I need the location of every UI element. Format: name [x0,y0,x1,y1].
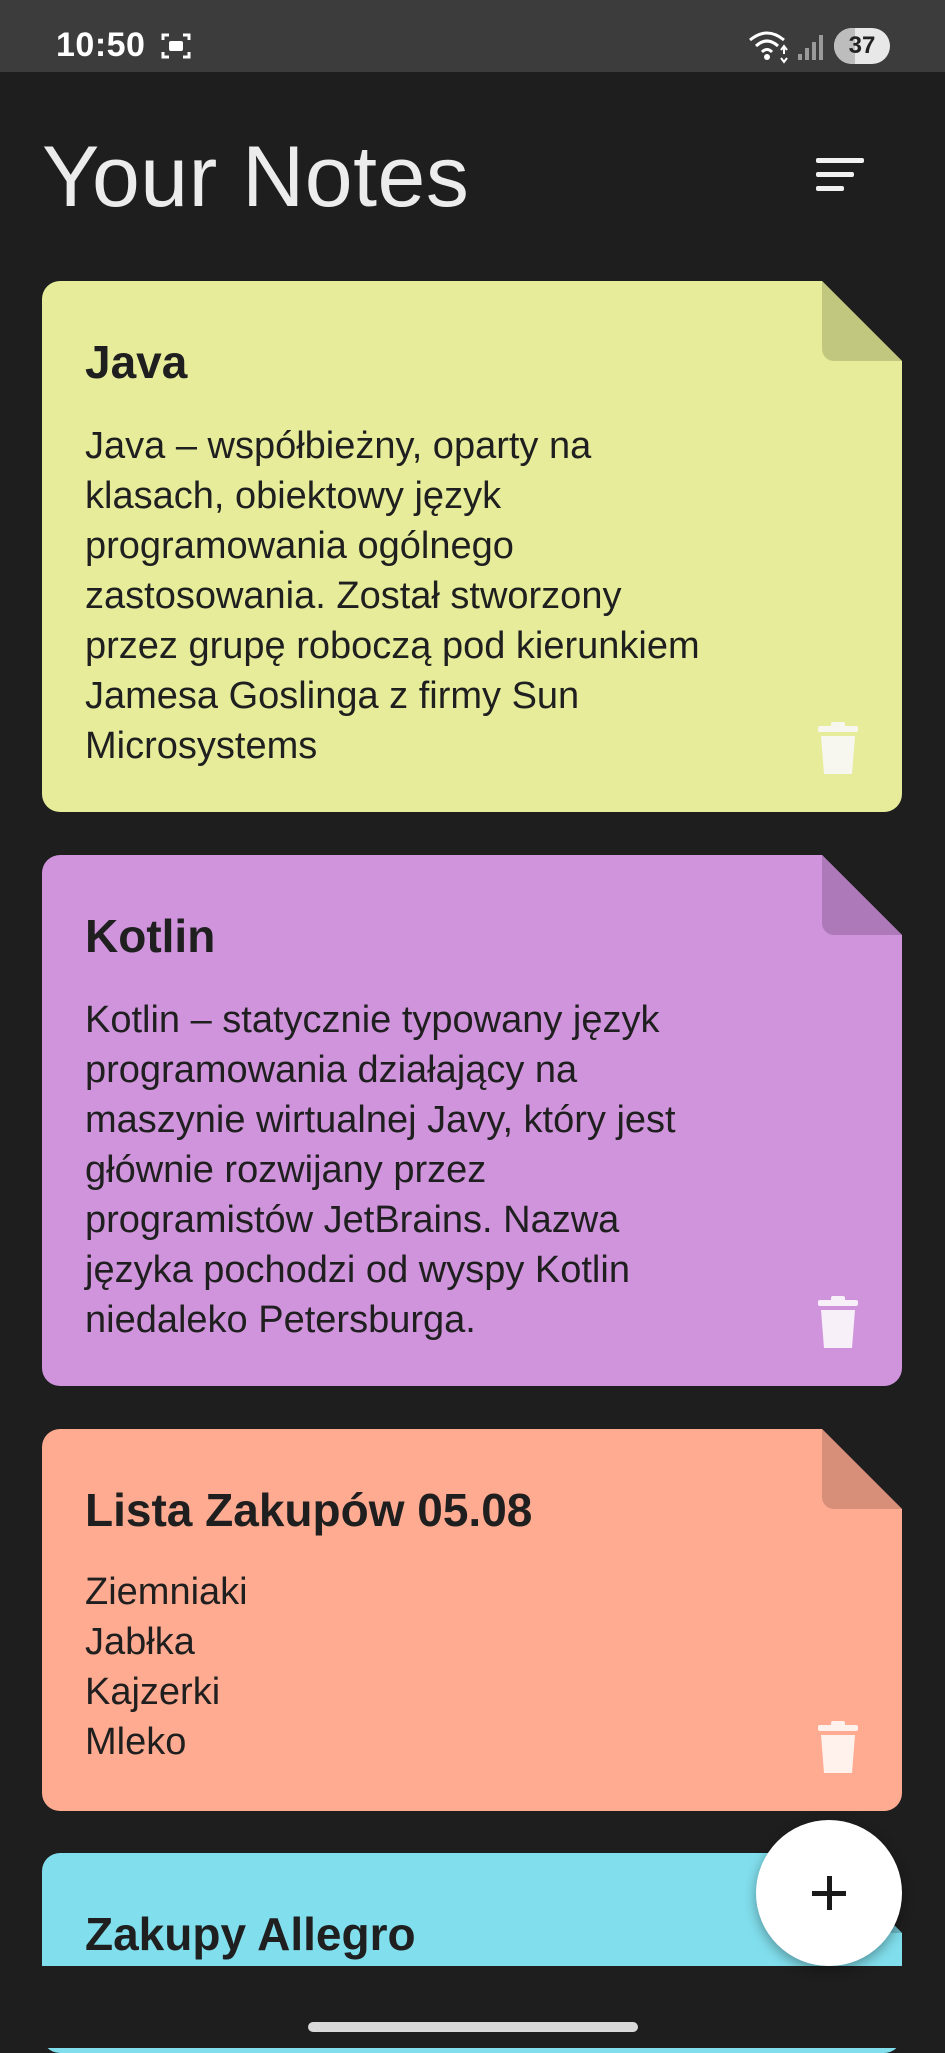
note-content: Kotlin – statycznie typowany język progr… [85,999,676,1341]
note-card[interactable]: Kotlin Kotlin – statycznie typowany języ… [42,855,902,1386]
note-card[interactable]: Java Java – współbieżny, oparty na klasa… [42,281,902,812]
note-fold-corner [822,855,902,935]
gesture-nav-handle[interactable] [308,2022,638,2032]
bottom-area [0,1966,945,2048]
battery-icon: 37 [834,28,890,64]
battery-level: 37 [848,32,876,59]
sort-button[interactable] [802,146,872,206]
note-title: Java [85,336,188,388]
screenshot-icon [161,33,191,59]
note-content: Ziemniaki Jabłka Kajzerki Mleko [85,1571,248,1763]
note-fold-corner [822,281,902,361]
note-title: Lista Zakupów 05.08 [85,1484,533,1536]
note-title: Kotlin [85,910,216,962]
delete-icon[interactable] [816,1721,860,1775]
signal-icon [798,35,823,60]
delete-icon[interactable] [816,722,860,776]
note-title: Zakupy Allegro [85,1908,416,1960]
status-time: 10:50 [56,26,146,64]
note-content: Java – współbieżny, oparty na klasach, o… [85,425,700,767]
status-bar: 10:50 37 [0,0,945,72]
note-fold-corner [822,1429,902,1509]
page-title: Your Notes [42,129,470,225]
wifi-icon [749,31,788,64]
add-note-button[interactable] [756,1820,902,1966]
delete-icon[interactable] [816,1296,860,1350]
note-card[interactable]: Lista Zakupów 05.08 Ziemniaki Jabłka Kaj… [42,1429,902,1811]
